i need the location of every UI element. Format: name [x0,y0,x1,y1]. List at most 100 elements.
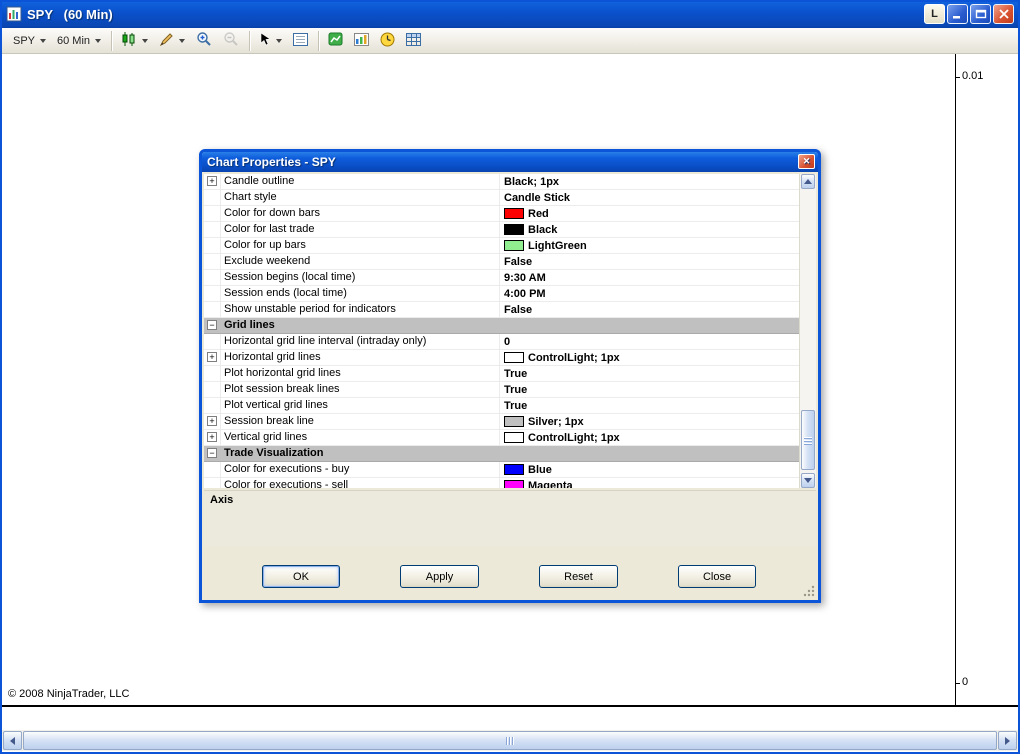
expand-cell [204,334,221,349]
minimize-button[interactable] [947,4,968,24]
expand-icon[interactable]: + [207,432,217,442]
color-swatch [504,224,524,235]
property-row[interactable]: + Candle outline Black; 1px [204,174,799,190]
property-value[interactable]: ControlLight; 1px [500,350,799,365]
value-text: ControlLight; 1px [528,431,620,444]
expand-icon[interactable]: + [207,352,217,362]
chart-style-button[interactable] [116,30,153,52]
zoom-in-button[interactable] [191,30,217,52]
property-row[interactable]: Session begins (local time) 9:30 AM [204,270,799,286]
collapse-icon[interactable]: − [207,320,217,330]
chart-horizontal-scrollbar[interactable] [2,730,1018,751]
property-row[interactable]: Color for executions - buy Blue [204,462,799,478]
chevron-down-icon [179,38,186,43]
scroll-down-button[interactable] [801,473,815,488]
property-row[interactable]: Color for executions - sell Magenta [204,478,799,488]
property-value[interactable]: False [500,254,799,269]
data-box-button[interactable] [288,30,313,52]
arrow-down-icon [804,478,812,483]
value-text: False [504,255,533,268]
property-value[interactable]: LightGreen [500,238,799,253]
cursor-tool-button[interactable] [254,30,287,52]
apply-button[interactable]: Apply [400,565,479,588]
color-swatch [504,208,524,219]
property-grid-scrollbar[interactable] [799,174,816,488]
data-grid-button[interactable] [401,30,426,52]
property-value[interactable]: False [500,302,799,317]
property-row[interactable]: Horizontal grid line interval (intraday … [204,334,799,350]
property-value[interactable]: True [500,366,799,381]
property-row[interactable]: Exclude weekend False [204,254,799,270]
property-row[interactable]: Show unstable period for indicators False [204,302,799,318]
collapse-icon[interactable]: − [207,448,217,458]
property-value[interactable]: Magenta [500,478,799,488]
property-value[interactable]: Black [500,222,799,237]
data-grid-icon [406,32,422,49]
property-row[interactable]: Chart style Candle Stick [204,190,799,206]
property-value[interactable]: ControlLight; 1px [500,430,799,445]
scroll-right-button[interactable] [998,731,1017,750]
instrument-label: SPY [13,34,36,47]
zoom-out-button[interactable] [218,30,244,52]
property-value[interactable]: Red [500,206,799,221]
resize-grip[interactable] [803,585,816,598]
property-row[interactable]: Session ends (local time) 4:00 PM [204,286,799,302]
property-row[interactable]: Color for down bars Red [204,206,799,222]
property-label: Plot session break lines [221,382,500,397]
color-swatch [504,464,524,475]
price-axis-label-bottom: 0 [962,676,969,688]
dialog-titlebar[interactable]: Chart Properties - SPY ✕ [202,152,818,172]
chart-image-button[interactable] [349,30,374,52]
expand-cell [204,302,221,317]
indicators-button[interactable] [323,30,348,52]
property-value[interactable]: Silver; 1px [500,414,799,429]
property-row[interactable]: Plot horizontal grid lines True [204,366,799,382]
scrollbar-thumb[interactable] [23,731,997,750]
ok-button[interactable]: OK [262,565,340,588]
property-label: Vertical grid lines [221,430,500,445]
property-value[interactable]: 9:30 AM [500,270,799,285]
property-value[interactable]: True [500,382,799,397]
scrollbar-thumb[interactable] [801,410,815,470]
window-title: SPY (60 Min) [27,6,113,22]
expand-cell [204,286,221,301]
property-row[interactable]: + Session break line Silver; 1px [204,414,799,430]
property-row[interactable]: + Vertical grid lines ControlLight; 1px [204,430,799,446]
property-row[interactable]: Plot session break lines True [204,382,799,398]
interval-dropdown[interactable]: 60 Min [52,30,106,52]
property-row[interactable]: + Horizontal grid lines ControlLight; 1px [204,350,799,366]
clock-icon [380,32,395,50]
property-row[interactable]: Plot vertical grid lines True [204,398,799,414]
dialog-close-button[interactable]: ✕ [798,154,815,169]
property-value[interactable]: 4:00 PM [500,286,799,301]
property-label: Trade Visualization [224,447,324,459]
maximize-button[interactable] [970,4,991,24]
property-value[interactable]: Black; 1px [500,174,799,189]
property-value[interactable]: Candle Stick [500,190,799,205]
drawing-tools-button[interactable] [154,30,190,52]
session-clock-button[interactable] [375,30,400,52]
property-label: Session break line [221,414,500,429]
reset-button[interactable]: Reset [539,565,618,588]
expand-icon[interactable]: + [207,176,217,186]
expand-cell [204,478,221,488]
scroll-left-button[interactable] [3,731,22,750]
property-row[interactable]: Color for up bars LightGreen [204,238,799,254]
category-row[interactable]: − Trade Visualization [204,446,799,462]
close-dialog-button[interactable]: Close [678,565,756,588]
property-row[interactable]: Color for last trade Black [204,222,799,238]
interval-label: 60 Min [57,34,91,47]
property-value[interactable]: True [500,398,799,413]
color-swatch [504,432,524,443]
chart-properties-dialog: Chart Properties - SPY ✕ + Candle outline… [199,149,821,603]
expand-icon[interactable]: + [207,416,217,426]
category-row[interactable]: − Grid lines [204,318,799,334]
scroll-up-button[interactable] [801,174,815,189]
close-button[interactable] [993,4,1014,24]
property-value[interactable]: Blue [500,462,799,477]
instrument-dropdown[interactable]: SPY [8,30,51,52]
arrow-left-icon [10,736,15,745]
window-titlebar[interactable]: SPY (60 Min) L [0,0,1020,28]
property-value[interactable]: 0 [500,334,799,349]
link-button[interactable]: L [924,4,945,24]
